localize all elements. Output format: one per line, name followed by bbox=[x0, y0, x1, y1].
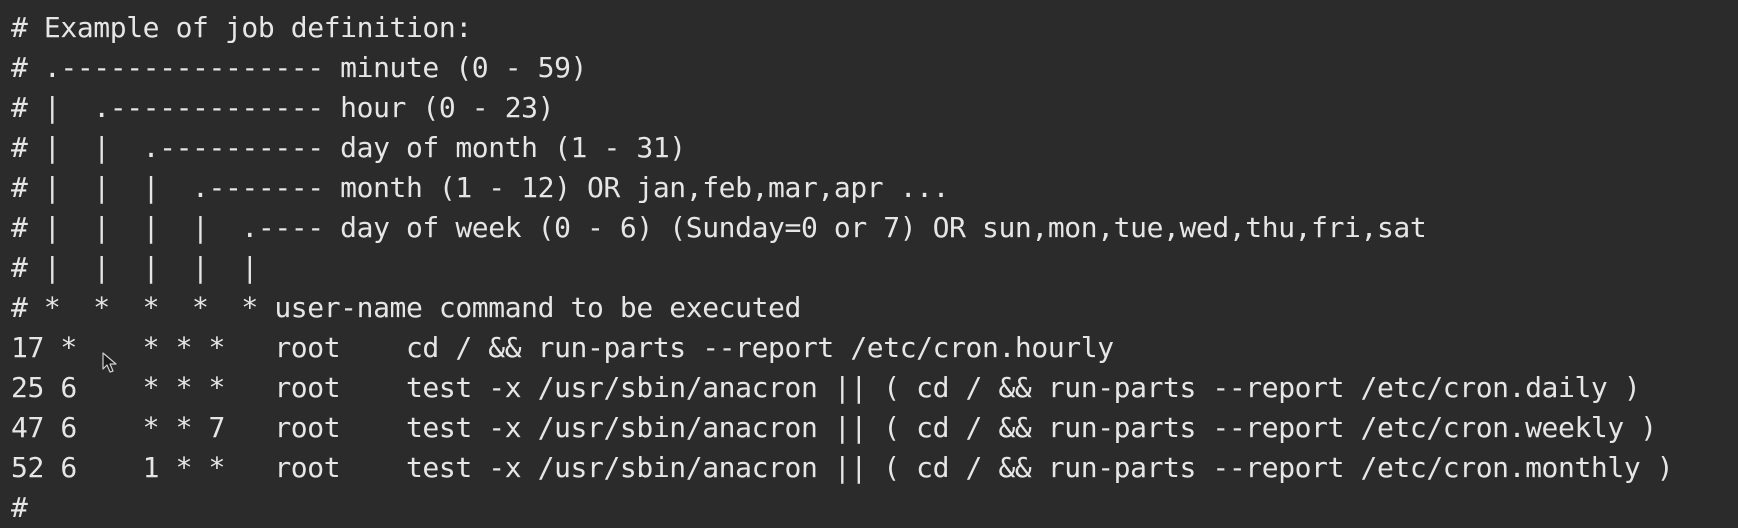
comment-line-title: # Example of job definition: bbox=[11, 11, 472, 44]
mouse-pointer-icon bbox=[102, 352, 117, 373]
comment-line-minute: # .---------------- minute (0 - 59) bbox=[11, 51, 588, 84]
cron-job-monthly: 52 6 1 * * root test -x /usr/sbin/anacro… bbox=[11, 451, 1674, 484]
cron-job-daily: 25 6 * * * root test -x /usr/sbin/anacro… bbox=[11, 371, 1641, 404]
crontab-editor[interactable]: # Example of job definition: # .--------… bbox=[0, 0, 1738, 526]
comment-line-field-header: # * * * * * user-name command to be exec… bbox=[11, 291, 801, 324]
comment-line-day-of-week: # | | | | .---- day of week (0 - 6) (Sun… bbox=[11, 211, 1427, 244]
cron-job-hourly: 17 * * * * root cd / && run-parts --repo… bbox=[11, 331, 1114, 364]
comment-line-month: # | | | .------- month (1 - 12) OR jan,f… bbox=[11, 171, 950, 204]
comment-line-hour: # | .------------- hour (0 - 23) bbox=[11, 91, 555, 124]
cron-job-weekly: 47 6 * * 7 root test -x /usr/sbin/anacro… bbox=[11, 411, 1657, 444]
comment-line-pipes: # | | | | | bbox=[11, 251, 258, 284]
comment-line-day-of-month: # | | .---------- day of month (1 - 31) bbox=[11, 131, 686, 164]
comment-line-end: # bbox=[11, 491, 28, 524]
